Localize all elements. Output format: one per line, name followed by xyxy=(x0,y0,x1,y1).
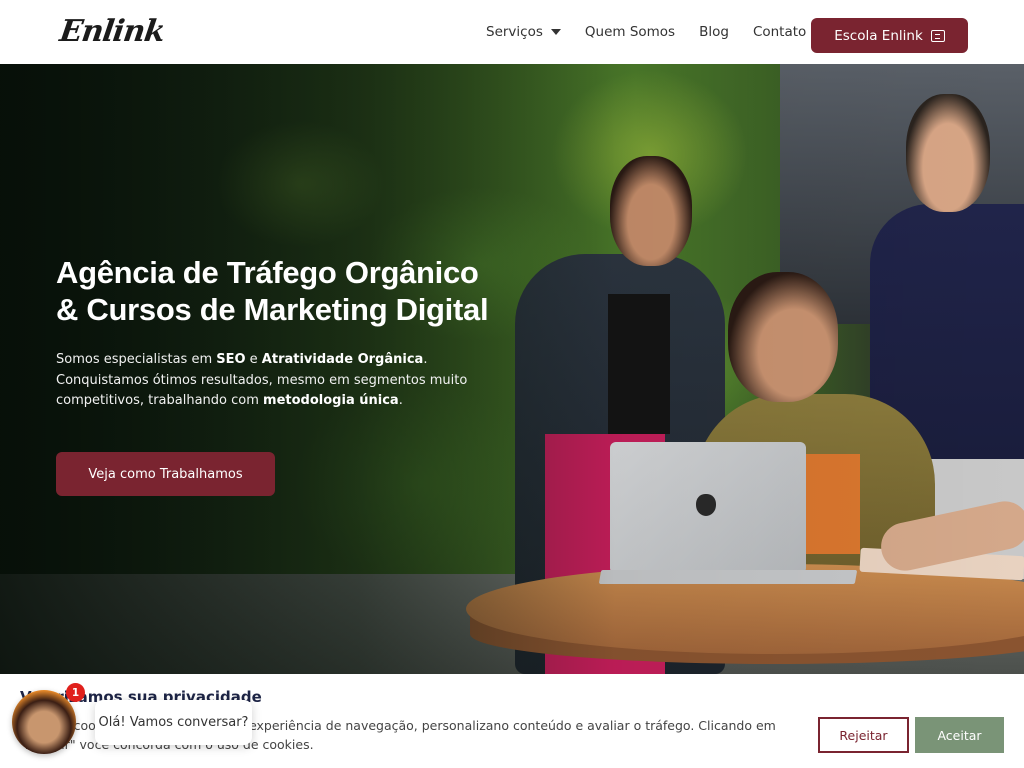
hero-desc-metodologia: metodologia única xyxy=(263,393,399,408)
hero-desc-atratividade: Atratividade Orgânica xyxy=(261,352,424,367)
hero-desc-part2: e xyxy=(245,352,262,367)
escola-enlink-button[interactable]: Escola Enlink xyxy=(811,18,968,53)
nav-quem-somos-label: Quem Somos xyxy=(584,24,676,40)
site-header: Enlink Serviços Quem Somos Blog Contato … xyxy=(0,0,1024,64)
hero-description: Somos especialistas em SEO e Atratividad… xyxy=(56,350,476,412)
reject-cookies-button[interactable]: Rejeitar xyxy=(818,717,909,753)
nav-quem-somos[interactable]: Quem Somos xyxy=(585,24,675,40)
hero-title: Agência de Tráfego Orgânico & Cursos de … xyxy=(56,254,526,328)
hero-desc-part1: Somos especialistas em xyxy=(56,352,217,367)
hero-text: Agência de Tráfego Orgânico & Cursos de … xyxy=(56,254,526,412)
veja-como-trabalhamos-button[interactable]: Veja como Trabalhamos xyxy=(56,452,275,496)
veja-como-trabalhamos-label: Veja como Trabalhamos xyxy=(88,466,243,482)
chevron-down-icon xyxy=(550,29,561,35)
nav-blog[interactable]: Blog xyxy=(699,24,729,40)
hero-title-line1: Agência de Tráfego Orgânico xyxy=(56,255,479,290)
chat-bubble[interactable]: Olá! Vamos conversar? xyxy=(95,700,252,745)
accept-cookies-label: Aceitar xyxy=(937,727,982,743)
nav-contato[interactable]: Contato xyxy=(753,24,806,40)
accept-cookies-button[interactable]: Aceitar xyxy=(915,717,1004,753)
escola-enlink-label: Escola Enlink xyxy=(834,27,923,44)
hero-title-line2: & Cursos de Marketing Digital xyxy=(56,292,489,327)
page: Enlink Serviços Quem Somos Blog Contato … xyxy=(0,0,1024,768)
chat-message: Olá! Vamos conversar? xyxy=(98,715,249,730)
hero-section: Agência de Tráfego Orgânico & Cursos de … xyxy=(0,64,1024,674)
logo[interactable]: Enlink xyxy=(58,14,167,49)
reject-cookies-label: Rejeitar xyxy=(839,727,888,743)
hero-desc-part4: . xyxy=(398,393,403,408)
chat-avatar[interactable] xyxy=(12,690,76,754)
chat-notification-badge: 1 xyxy=(66,683,85,702)
nav-servicos[interactable]: Serviços xyxy=(486,24,561,40)
main-nav: Serviços Quem Somos Blog Contato xyxy=(486,0,806,64)
school-board-icon xyxy=(930,29,945,42)
nav-servicos-label: Serviços xyxy=(486,24,543,40)
nav-contato-label: Contato xyxy=(752,24,807,40)
nav-blog-label: Blog xyxy=(699,24,729,40)
hero-desc-seo: SEO xyxy=(216,352,246,367)
